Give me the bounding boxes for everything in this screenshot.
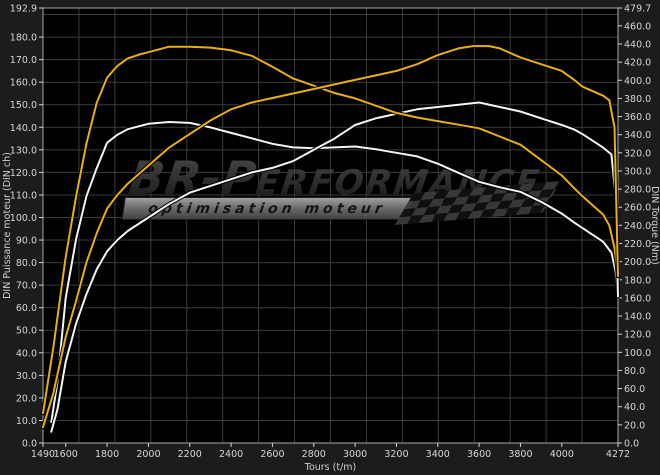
curve-torque-stock bbox=[51, 122, 618, 422]
curve-power-tuned bbox=[43, 46, 618, 427]
curve-halo-power-tuned bbox=[43, 46, 618, 427]
curve-halo-torque-stock bbox=[51, 122, 618, 422]
dyno-chart: 192.9180.0170.0160.0150.0140.0130.0120.0… bbox=[0, 0, 660, 475]
chart-curves-layer bbox=[0, 0, 660, 475]
